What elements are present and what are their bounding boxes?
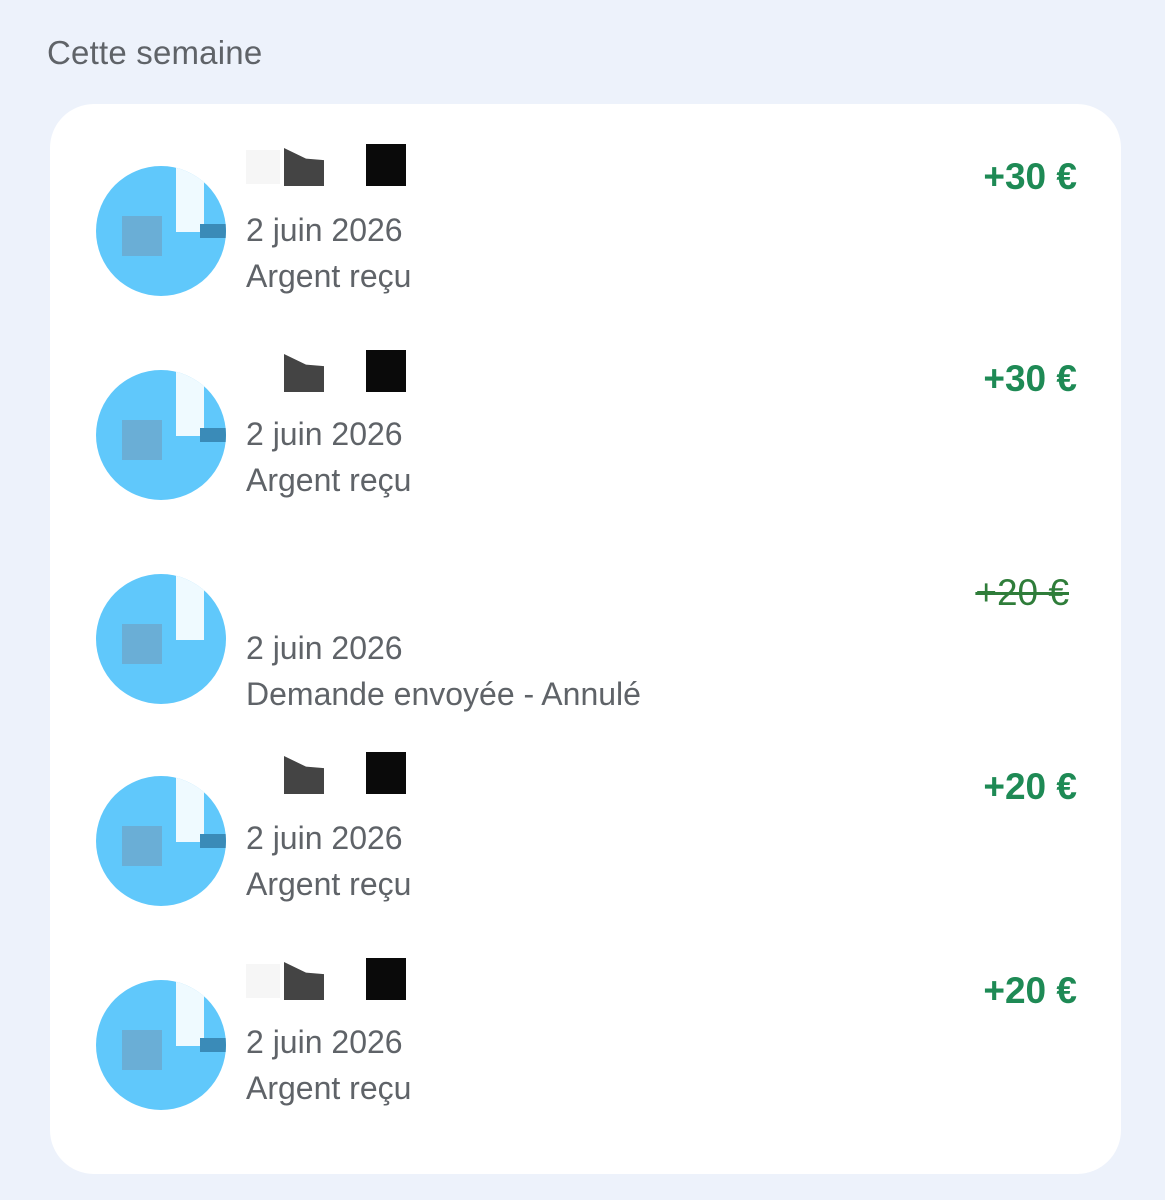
transaction-description: Argent reçu [246, 258, 412, 294]
transactions-card: 2 juin 2026 Argent reçu +30 € 2 juin 202… [50, 104, 1121, 1174]
avatar-icon [96, 166, 226, 296]
transaction-description: Argent reçu [246, 1070, 412, 1106]
transaction-amount: +30 € [983, 358, 1077, 399]
avatar-icon [96, 370, 226, 500]
avatar-icon [96, 980, 226, 1110]
avatar-icon [96, 574, 226, 704]
redacted-name [246, 144, 446, 186]
transaction-description: Argent reçu [246, 866, 412, 902]
transaction-description: Demande envoyée - Annulé [246, 676, 641, 712]
transaction-row[interactable]: 2 juin 2026 Argent reçu +20 € [50, 954, 1121, 1154]
transaction-description: Argent reçu [246, 462, 412, 498]
transaction-date: 2 juin 2026 [246, 416, 403, 452]
transaction-amount: +20 € [983, 766, 1077, 807]
transaction-row[interactable]: 2 juin 2026 Argent reçu +20 € [50, 750, 1121, 950]
transaction-amount: +30 € [983, 156, 1077, 197]
transaction-amount-canceled: +20 € [975, 572, 1069, 613]
redacted-name [246, 350, 446, 392]
transaction-date: 2 juin 2026 [246, 820, 403, 856]
avatar-icon [96, 776, 226, 906]
section-title: Cette semaine [47, 34, 263, 71]
transaction-amount: +20 € [983, 970, 1077, 1011]
transaction-row[interactable]: 2 juin 2026 Argent reçu +30 € [50, 142, 1121, 342]
redacted-name [246, 752, 446, 794]
transaction-date: 2 juin 2026 [246, 1024, 403, 1060]
redacted-name [246, 958, 446, 1000]
transaction-row[interactable]: 2 juin 2026 Demande envoyée - Annulé +20… [50, 550, 1121, 750]
transaction-row[interactable]: 2 juin 2026 Argent reçu +30 € [50, 346, 1121, 546]
transaction-date: 2 juin 2026 [246, 630, 403, 666]
transaction-date: 2 juin 2026 [246, 212, 403, 248]
